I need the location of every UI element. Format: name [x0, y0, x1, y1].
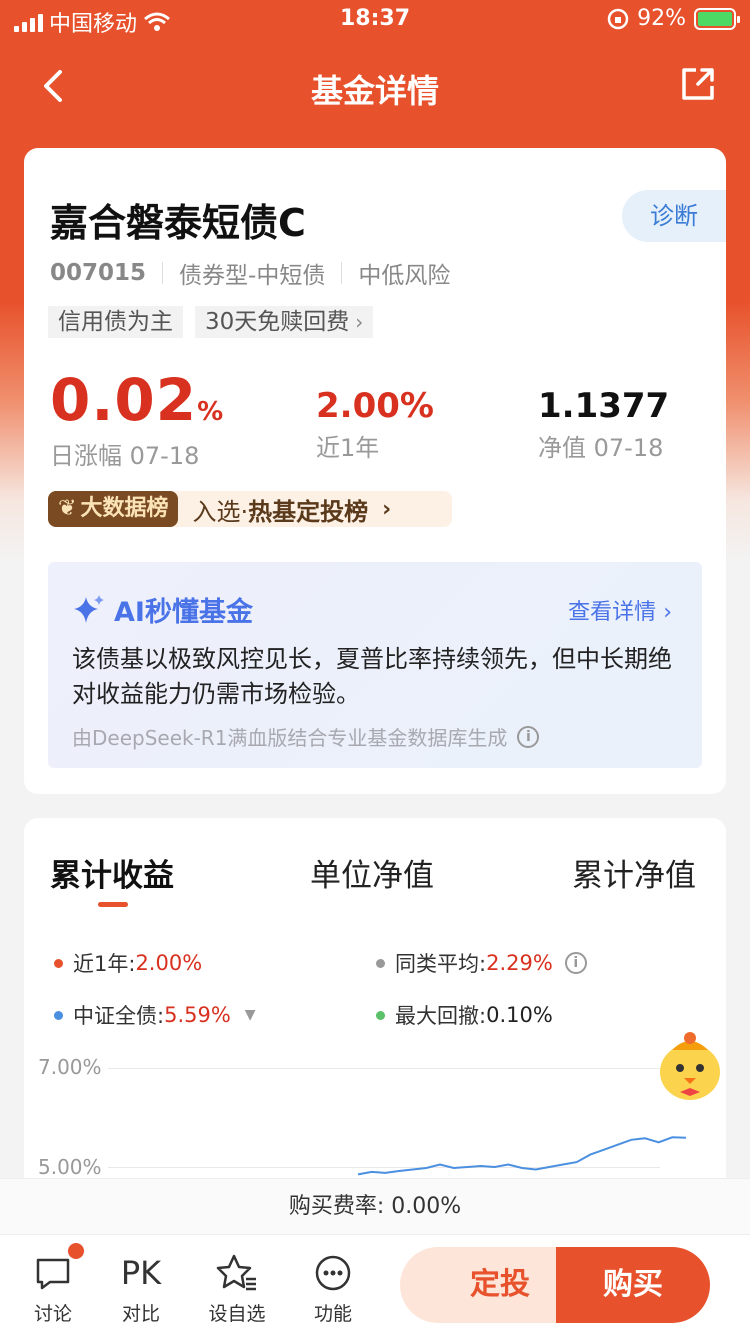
- caret-down-icon: ▼: [244, 1007, 256, 1023]
- share-icon[interactable]: [678, 64, 718, 104]
- year-return-value: 2.00%: [316, 386, 434, 426]
- rank-badge-label: 大数据榜: [80, 496, 169, 521]
- functions-label: 功能: [313, 1303, 352, 1325]
- discuss-button[interactable]: 讨论: [18, 1243, 88, 1326]
- star-list-icon: [216, 1254, 256, 1291]
- legend-drawdown: 最大回撤: 0.10%: [376, 1000, 553, 1030]
- legend-peer-label: 同类平均:: [395, 952, 487, 976]
- battery-icon: [694, 7, 740, 30]
- legend-dot: [376, 958, 385, 968]
- rank-text: 入选·热基定投榜: [192, 492, 368, 527]
- ai-footer-label: 由DeepSeek-R1满血版结合专业基金数据库生成: [72, 726, 508, 750]
- laurel-icon: ❦: [58, 496, 77, 521]
- nav-label: 净值 07-18: [538, 434, 664, 462]
- legend-dot: [54, 1010, 63, 1020]
- year-return-label: 近1年: [316, 434, 380, 462]
- compare-button[interactable]: PK 对比: [106, 1251, 176, 1326]
- ai-summary-box: AI秒懂基金 查看详情 › 该债基以极致风控见长，夏普比率持续领先，但中长期绝对…: [48, 562, 702, 768]
- fee-label: 购买费率:: [288, 1194, 385, 1219]
- discuss-label: 讨论: [33, 1303, 72, 1325]
- legend-peer: 同类平均: 2.29% i: [376, 948, 587, 978]
- return-chart[interactable]: [108, 1120, 688, 1178]
- purchase-fee: 购买费率: 0.00%: [0, 1178, 750, 1234]
- bottom-action-bar: 讨论 PK 对比 设自选 功能 定投 购买: [0, 1234, 750, 1334]
- mascot-chick-icon[interactable]: [652, 1028, 728, 1104]
- divider: [162, 262, 164, 284]
- gridline: [108, 1068, 660, 1069]
- page-title: 基金详情: [310, 72, 439, 110]
- daily-change-label: 日涨幅 07-18: [50, 442, 200, 470]
- stat-daily: 0.02% 日涨幅 07-18: [50, 366, 223, 471]
- tab-indicator: [98, 902, 128, 907]
- rotation-lock-icon: [607, 8, 629, 29]
- compare-label: 对比: [121, 1303, 160, 1325]
- fee-value: 0.00%: [391, 1194, 462, 1219]
- chevron-right-icon: ›: [355, 310, 364, 334]
- ai-footer: 由DeepSeek-R1满血版结合专业基金数据库生成 i: [72, 722, 540, 751]
- tag-credit-label: 信用债为主: [58, 309, 173, 335]
- ai-title: AI秒懂基金: [72, 590, 253, 629]
- tag-credit: 信用债为主: [48, 306, 183, 338]
- tab-unit-nav[interactable]: 单位净值: [310, 850, 434, 895]
- tab-cumulative-return[interactable]: 累计收益: [50, 850, 174, 895]
- legend-drawdown-label: 最大回撤:: [395, 1004, 487, 1028]
- fund-meta: 007015 债券型-中短债 中低风险: [50, 256, 450, 290]
- legend-index-value: 5.59%: [164, 1003, 231, 1027]
- legend-index-label: 中证全债:: [73, 1004, 165, 1028]
- fund-summary-card: 嘉合磐泰短债C 诊断 007015 债券型-中短债 中低风险 信用债为主 30天…: [24, 148, 726, 794]
- series-line-index: [357, 1136, 687, 1176]
- sparkle-icon: [74, 594, 104, 623]
- ai-details-label: 查看详情: [568, 600, 657, 625]
- diagnose-button[interactable]: 诊断: [622, 190, 726, 242]
- tag-redemption-label: 30天免赎回费: [205, 309, 350, 335]
- nav-bar: 基金详情: [0, 48, 750, 120]
- chat-bubble-icon: [36, 1258, 70, 1290]
- legend-year-value: 2.00%: [135, 951, 203, 975]
- rank-name: 热基定投榜: [248, 497, 369, 526]
- buy-button[interactable]: 购买: [556, 1247, 710, 1323]
- fund-code: 007015: [50, 260, 147, 286]
- ai-title-label: AI秒懂基金: [114, 597, 253, 628]
- ai-details-link[interactable]: 查看详情 ›: [568, 594, 672, 626]
- daily-change-unit: %: [197, 397, 224, 427]
- rank-badge: ❦ 大数据榜: [48, 491, 179, 527]
- fund-tags: 信用债为主 30天免赎回费 ›: [48, 306, 374, 338]
- status-right: 92%: [607, 6, 740, 31]
- info-icon[interactable]: i: [517, 725, 540, 748]
- legend-drawdown-value: 0.10%: [486, 1003, 553, 1027]
- add-watchlist-button[interactable]: 设自选: [202, 1251, 272, 1326]
- info-icon[interactable]: i: [564, 952, 587, 974]
- stat-year: 2.00% 近1年: [316, 366, 434, 463]
- daily-change-value: 0.02: [50, 366, 198, 434]
- chevron-right-icon: ›: [382, 496, 392, 522]
- legend-year: 近1年: 2.00%: [54, 948, 202, 978]
- fund-type: 债券型-中短债: [179, 263, 326, 289]
- watch-label: 设自选: [208, 1303, 266, 1325]
- status-bar: 中国移动 18:37 92%: [0, 0, 750, 40]
- divider: [341, 262, 343, 284]
- tag-redemption[interactable]: 30天免赎回费 ›: [195, 306, 374, 338]
- rank-prefix: 入选·: [192, 497, 249, 526]
- stat-nav: 1.1377 净值 07-18: [538, 366, 669, 463]
- nav-value: 1.1377: [538, 386, 670, 426]
- notification-dot: [68, 1243, 84, 1259]
- legend-index[interactable]: 中证全债: 5.59% ▼: [54, 1000, 256, 1030]
- rank-banner[interactable]: ❦ 大数据榜 入选·热基定投榜 ›: [48, 491, 452, 527]
- legend-dot: [376, 1010, 385, 1020]
- legend-peer-value: 2.29%: [486, 951, 553, 975]
- battery-percent: 92%: [637, 6, 686, 31]
- fund-name: 嘉合磐泰短债C: [50, 201, 306, 245]
- ai-summary-text: 该债基以极致风控见长，夏普比率持续领先，但中长期绝对收益能力仍需市场检验。: [72, 645, 672, 708]
- fund-risk: 中低风险: [358, 263, 451, 289]
- y-tick-label: 7.00%: [38, 1055, 102, 1079]
- chevron-right-icon: ›: [663, 600, 672, 625]
- functions-button[interactable]: 功能: [298, 1251, 368, 1326]
- more-circle-icon: [315, 1255, 351, 1291]
- pk-icon: PK: [120, 1254, 162, 1292]
- tab-cumulative-nav[interactable]: 累计净值: [572, 850, 696, 895]
- legend-year-label: 近1年:: [73, 952, 136, 976]
- legend-dot: [54, 958, 63, 968]
- y-tick-label: 5.00%: [38, 1155, 102, 1179]
